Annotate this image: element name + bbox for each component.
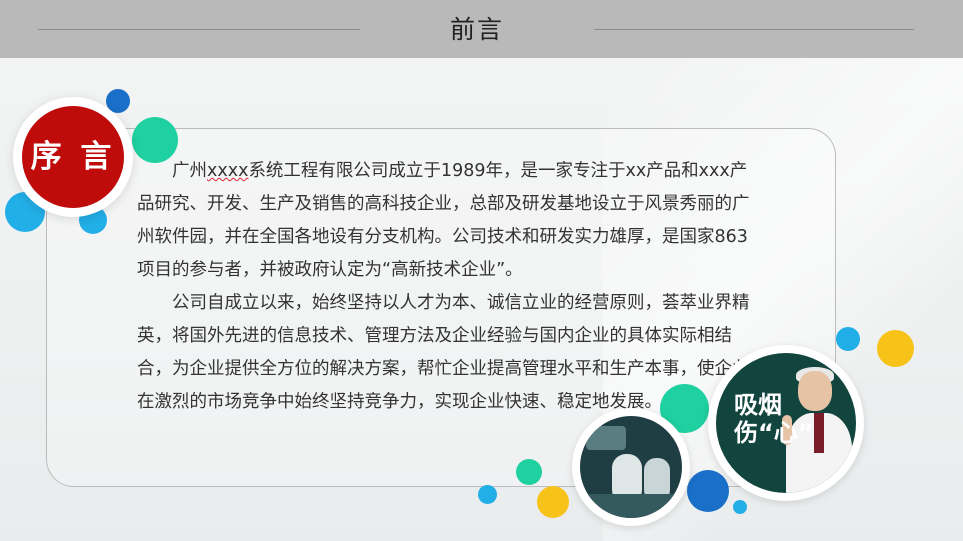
deco-circle-cyan-small xyxy=(478,485,497,504)
deco-circle-cyan-small xyxy=(79,206,107,234)
poster-headline: 吸烟 伤“心” xyxy=(734,391,814,447)
header-rule-right xyxy=(594,29,914,30)
smoking-poster-photo: 吸烟 伤“心” xyxy=(716,353,856,493)
preface-badge: 序 言 xyxy=(22,106,124,208)
preface-paragraph-1: 广州xxxx系统工程有限公司成立于1989年，是一家专注于xx产品和xxx产品研… xyxy=(137,161,750,280)
deco-circle-yellow xyxy=(877,330,914,367)
deco-circle-cyan xyxy=(836,327,860,351)
deco-circle-yellow xyxy=(537,486,569,518)
lab-workers-photo xyxy=(580,416,682,518)
deco-circle-blue xyxy=(106,89,130,113)
header-rule-left xyxy=(38,29,360,30)
deco-circle-green xyxy=(660,384,709,433)
slide-title: 前言 xyxy=(449,15,504,44)
slide-header: 前言 xyxy=(0,0,963,58)
deco-circle-cyan-small xyxy=(733,500,747,514)
deco-circle-green-small xyxy=(516,459,542,485)
preface-text: 广州xxxx系统工程有限公司成立于1989年，是一家专注于xx产品和xxx产品研… xyxy=(137,155,757,419)
deco-circle-blue xyxy=(687,470,729,512)
deco-circle-cyan xyxy=(5,192,45,232)
